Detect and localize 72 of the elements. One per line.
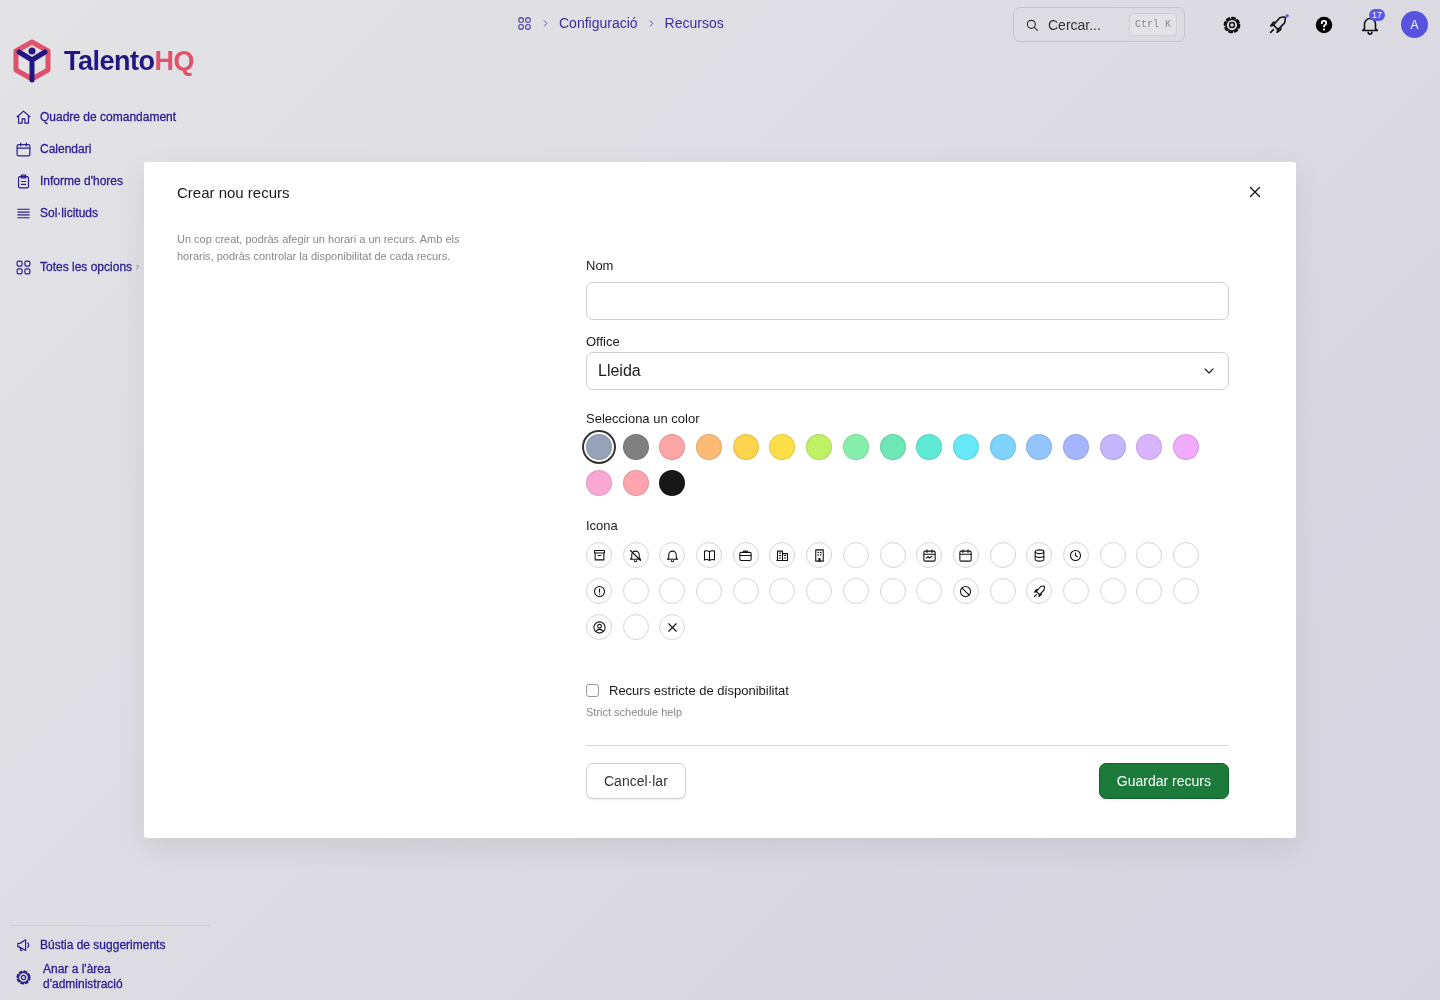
breadcrumb-link[interactable]: Configuració bbox=[559, 15, 638, 31]
color-swatch[interactable] bbox=[1026, 434, 1053, 460]
help-icon[interactable] bbox=[1315, 15, 1333, 34]
save-button[interactable]: Guardar recurs bbox=[1098, 763, 1229, 799]
settings-icon bbox=[15, 968, 32, 986]
color-swatch[interactable] bbox=[879, 434, 906, 460]
settings-icon bbox=[1222, 14, 1242, 35]
color-swatch[interactable] bbox=[806, 434, 833, 460]
sidebar-link[interactable]: Totes les opcions bbox=[15, 256, 142, 278]
color-swatch[interactable] bbox=[989, 434, 1016, 460]
color-swatch[interactable] bbox=[586, 434, 612, 460]
color-swatch[interactable] bbox=[732, 434, 759, 460]
color-swatch[interactable] bbox=[1062, 434, 1089, 460]
sidebar-link[interactable]: Bústia de suggeriments bbox=[15, 934, 166, 956]
home-icon bbox=[15, 108, 32, 126]
checkbox[interactable] bbox=[586, 684, 599, 697]
sidebar-link[interactable]: Sol·licituds bbox=[15, 202, 99, 224]
color-swatch[interactable] bbox=[769, 434, 796, 460]
clock-icon bbox=[1068, 547, 1084, 563]
color-swatch[interactable] bbox=[622, 470, 649, 496]
color-swatch[interactable] bbox=[659, 470, 686, 496]
sidebar-link[interactable]: Calendari bbox=[15, 138, 92, 160]
calendar-icon bbox=[921, 547, 937, 563]
color-swatch[interactable] bbox=[586, 470, 612, 496]
color-swatch[interactable] bbox=[622, 434, 649, 460]
user-icon bbox=[591, 619, 607, 635]
color-swatch[interactable] bbox=[952, 434, 979, 460]
user-avatar[interactable]: A bbox=[1401, 11, 1428, 38]
color-swatch[interactable] bbox=[1099, 434, 1126, 460]
color-swatch[interactable] bbox=[1173, 434, 1199, 460]
color-swatch[interactable] bbox=[1136, 434, 1163, 460]
modal-title: Crear nou recurs bbox=[177, 183, 291, 201]
megaphone-icon bbox=[15, 936, 32, 954]
calendar-icon bbox=[15, 140, 32, 158]
modal-description: Un cop creat, podràs afegir un horari a un recurs. Amb els horaris, podràs controlar la disponibilitat de cada recurs. bbox=[177, 232, 461, 264]
notification-badge: 17 bbox=[1369, 8, 1385, 21]
sidebar-link[interactable]: Quadre de comandament bbox=[15, 106, 177, 128]
bell-icon bbox=[664, 547, 680, 563]
field-label: Nom bbox=[586, 258, 615, 273]
ban-icon bbox=[958, 583, 974, 599]
book-icon bbox=[701, 547, 717, 563]
database-icon bbox=[1031, 547, 1047, 563]
archive-icon bbox=[591, 547, 607, 563]
color-swatch[interactable] bbox=[842, 434, 869, 460]
grid-icon bbox=[15, 258, 32, 276]
sidebar-link[interactable]: Informe d'hores bbox=[15, 170, 123, 192]
checkbox-label: Recurs estricte de disponibilitat bbox=[609, 683, 789, 698]
field-label: Icona bbox=[586, 518, 619, 533]
field-label: Office bbox=[586, 334, 621, 349]
briefcase-icon bbox=[738, 547, 754, 563]
cube-logo-icon bbox=[12, 39, 52, 83]
bell-off-icon bbox=[628, 547, 644, 563]
office-select[interactable]: Lleida bbox=[586, 352, 1229, 390]
cancel-button[interactable]: Cancel·lar bbox=[586, 763, 686, 799]
calendar-icon bbox=[958, 547, 974, 563]
breadcrumb-link[interactable]: Recursos bbox=[664, 15, 724, 31]
color-swatch[interactable] bbox=[696, 434, 723, 460]
sidebar-link[interactable]: Anar a l'àrea d'administració bbox=[15, 966, 153, 988]
field-label: Selecciona un color bbox=[586, 411, 701, 426]
logo-text: TalentoHQ bbox=[64, 45, 194, 77]
color-swatch[interactable] bbox=[916, 434, 943, 460]
color-swatch[interactable] bbox=[659, 434, 686, 460]
help-text: Strict schedule help bbox=[586, 706, 683, 718]
search-field[interactable]: Cercar... Ctrl K bbox=[1013, 7, 1185, 42]
name-input[interactable] bbox=[586, 282, 1229, 320]
clipboard-icon bbox=[15, 172, 32, 190]
rocket-icon[interactable] bbox=[1267, 13, 1289, 36]
rocket-icon bbox=[1031, 583, 1047, 599]
alert-icon bbox=[591, 583, 607, 599]
buildings-icon bbox=[774, 547, 790, 563]
grid-icon bbox=[517, 15, 532, 31]
shortcut-key: Ctrl K bbox=[1129, 13, 1177, 36]
